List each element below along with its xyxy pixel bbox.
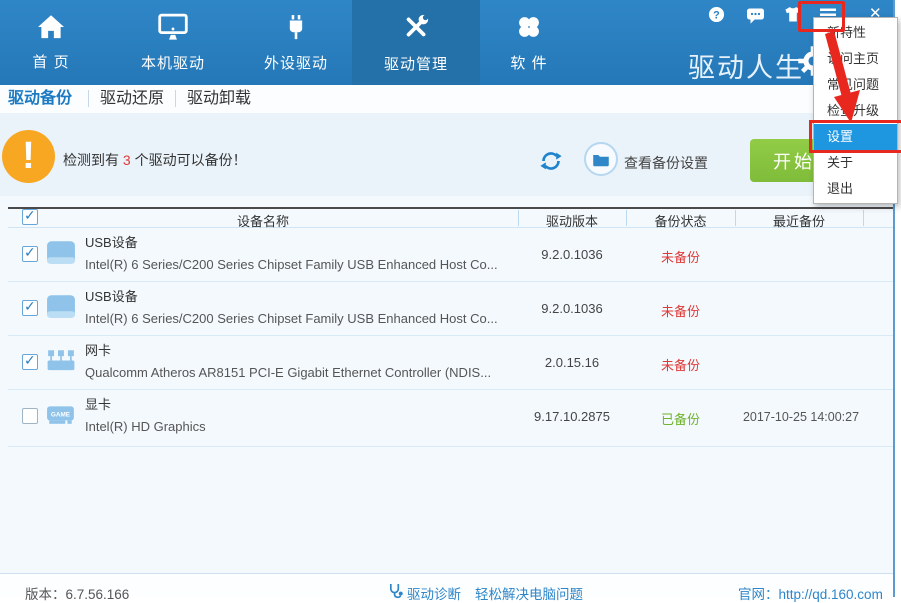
usb-device-icon xyxy=(46,294,76,325)
driver-diagnosis-link[interactable]: 驱动诊断 轻松解决电脑问题 xyxy=(388,583,583,603)
device-title: 网卡 xyxy=(85,343,112,358)
menu-item-exit[interactable]: 退出 xyxy=(814,176,897,202)
driver-version: 9.2.0.1036 xyxy=(541,247,603,262)
row-checkbox[interactable]: ✓ xyxy=(22,352,38,370)
usb-plug-icon xyxy=(283,13,309,46)
diagnosis-tagline: 轻松解决电脑问题 xyxy=(475,587,583,602)
settings-dropdown-menu: 新特性 访问主页 常见问题 检查升级 设置 关于 退出 xyxy=(813,17,898,204)
backup-status: 未备份 xyxy=(660,250,700,265)
menu-item-faq[interactable]: 常见问题 xyxy=(814,72,897,98)
top-nav-bar: 首 页 本机驱动 外设驱动 驱动管理 软 件 驱动人生 ? ✕ xyxy=(0,0,893,85)
backup-count: 3 xyxy=(122,152,131,168)
table-header-row: ✓ 设备名称 驱动版本 备份状态 最近备份 xyxy=(8,207,893,229)
backup-detect-message: 检测到有 3 个驱动可以备份！ xyxy=(63,152,247,168)
nav-label: 首 页 xyxy=(32,53,70,71)
sub-tab-bar: 驱动备份 驱动还原 驱动卸载 xyxy=(0,85,893,113)
svg-text:?: ? xyxy=(713,9,720,21)
home-icon xyxy=(35,14,67,45)
status-bar: 版本：6.7.56.166 驱动诊断 轻松解决电脑问题 官网：http://qd… xyxy=(0,573,893,602)
backup-status: 未备份 xyxy=(660,358,700,373)
backup-info-bar: ! 检测到有 3 个驱动可以备份！ 查看备份设置 开始备份 xyxy=(0,113,893,196)
table-row[interactable]: ✓ 网卡 Qualcomm Atheros AR8151 PCI-E Gigab… xyxy=(8,335,893,390)
feedback-message-icon[interactable] xyxy=(746,6,765,30)
tab-driver-backup[interactable]: 驱动备份 xyxy=(8,85,72,113)
driver-version: 9.17.10.2875 xyxy=(534,409,610,424)
backup-folder-icon[interactable] xyxy=(584,142,618,176)
nav-label: 本机驱动 xyxy=(140,54,205,72)
nav-label: 驱动管理 xyxy=(383,55,448,73)
device-description: Qualcomm Atheros AR8151 PCI-E Gigabit Et… xyxy=(85,365,492,380)
device-description: Intel(R) HD Graphics xyxy=(85,419,206,434)
menu-item-visit-homepage[interactable]: 访问主页 xyxy=(814,46,897,72)
monitor-icon xyxy=(156,13,190,46)
nav-item-software[interactable]: 软 件 xyxy=(488,0,570,85)
nav-label: 软 件 xyxy=(510,54,548,72)
brand-logo: 驱动人生 xyxy=(688,53,804,83)
check-icon: ✓ xyxy=(24,352,36,368)
menu-item-new-features[interactable]: 新特性 xyxy=(814,20,897,46)
device-title: 显卡 xyxy=(85,397,112,412)
menu-item-check-update[interactable]: 检查升级 xyxy=(814,98,897,124)
clover-icon xyxy=(514,13,544,46)
menu-item-settings[interactable]: 设置 xyxy=(814,124,897,150)
menu-item-about[interactable]: 关于 xyxy=(814,150,897,176)
view-backup-settings-link[interactable]: 查看备份设置 xyxy=(624,153,708,173)
nav-label: 外设驱动 xyxy=(263,54,328,72)
table-row[interactable]: ✓ USB设备 Intel(R) 6 Series/C200 Series Ch… xyxy=(8,227,893,282)
svg-text:GAME: GAME xyxy=(51,412,71,419)
tab-divider xyxy=(88,90,89,107)
table-row[interactable]: ✓ GAME 显卡 Intel(R) HD Graphics 9.17.10.2… xyxy=(8,389,893,447)
network-card-icon xyxy=(46,348,76,379)
driver-version: 9.2.0.1036 xyxy=(541,301,603,316)
stethoscope-icon xyxy=(388,583,403,602)
backup-status: 已备份 xyxy=(660,412,700,427)
last-backup-time: 2017-10-25 14:00:27 xyxy=(742,410,860,424)
diagnosis-title: 驱动诊断 xyxy=(407,587,461,602)
tools-icon xyxy=(399,12,433,47)
backup-status: 未备份 xyxy=(660,304,700,319)
help-icon[interactable]: ? xyxy=(708,6,725,28)
refresh-icon[interactable] xyxy=(540,150,562,177)
nav-item-home[interactable]: 首 页 xyxy=(10,0,92,85)
device-title: USB设备 xyxy=(85,289,138,304)
column-divider xyxy=(863,210,864,226)
device-description: Intel(R) 6 Series/C200 Series Chipset Fa… xyxy=(85,257,498,272)
nav-item-driver-management[interactable]: 驱动管理 xyxy=(352,0,480,85)
check-icon: ✓ xyxy=(24,244,36,260)
official-website-link[interactable]: 官网：http://qd.160.com xyxy=(738,583,883,603)
tab-divider xyxy=(175,90,176,107)
app-version-text: 版本：6.7.56.166 xyxy=(25,587,130,602)
nav-item-local-drivers[interactable]: 本机驱动 xyxy=(121,0,225,85)
tab-driver-restore[interactable]: 驱动还原 xyxy=(100,85,164,113)
nav-item-peripheral-drivers[interactable]: 外设驱动 xyxy=(244,0,348,85)
row-checkbox[interactable]: ✓ xyxy=(22,244,38,262)
tab-driver-uninstall[interactable]: 驱动卸载 xyxy=(187,85,251,113)
row-checkbox[interactable]: ✓ xyxy=(22,408,38,424)
warning-exclamation-icon: ! xyxy=(2,130,55,183)
device-description: Intel(R) 6 Series/C200 Series Chipset Fa… xyxy=(85,311,498,326)
table-row[interactable]: ✓ USB设备 Intel(R) 6 Series/C200 Series Ch… xyxy=(8,281,893,336)
app-window: 首 页 本机驱动 外设驱动 驱动管理 软 件 驱动人生 ? ✕ 驱动备份 驱动还… xyxy=(0,0,895,602)
usb-device-icon xyxy=(46,240,76,271)
device-title: USB设备 xyxy=(85,235,138,250)
driver-version: 2.0.15.16 xyxy=(544,355,600,370)
row-checkbox[interactable]: ✓ xyxy=(22,298,38,316)
skin-shirt-icon[interactable] xyxy=(784,6,802,28)
check-icon: ✓ xyxy=(24,298,36,314)
graphics-card-icon: GAME xyxy=(46,402,76,433)
